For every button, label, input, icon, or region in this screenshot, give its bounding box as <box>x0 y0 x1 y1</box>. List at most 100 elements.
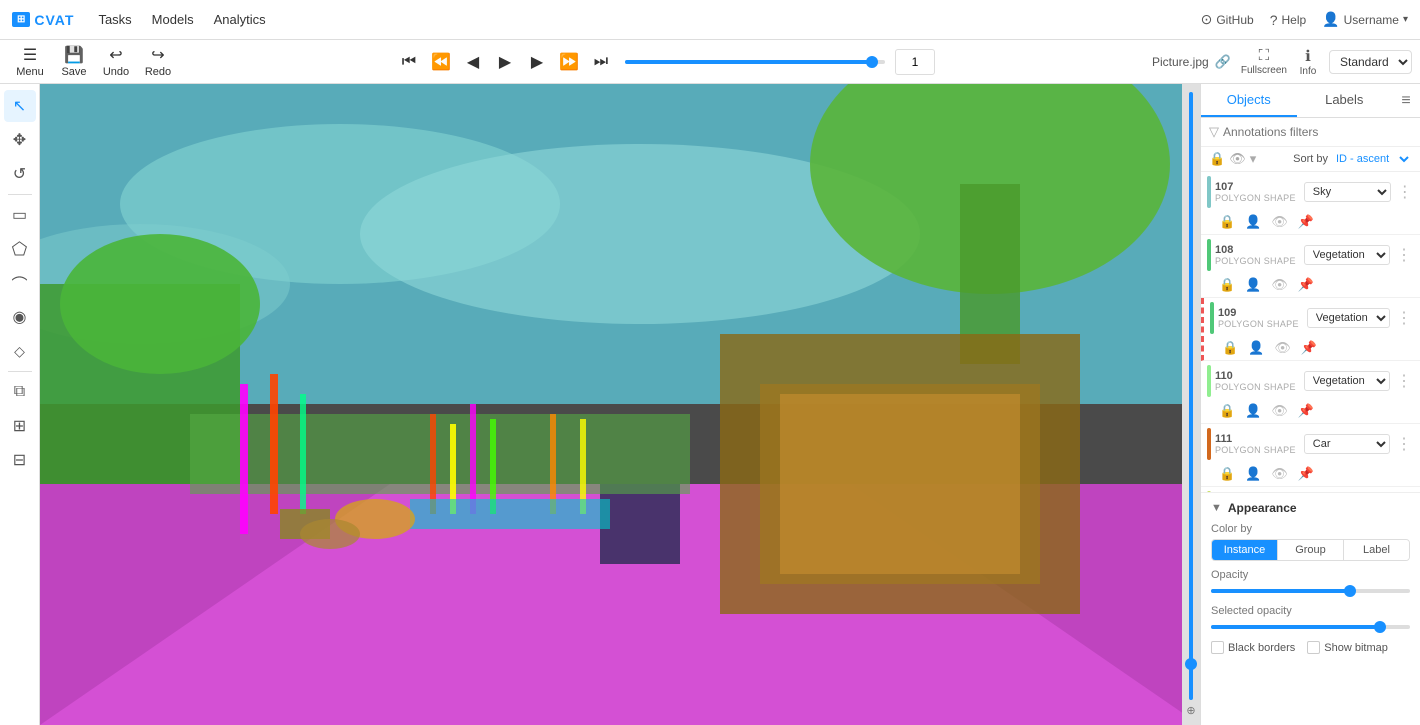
pin-ctrl-108[interactable]: 📌 <box>1298 277 1314 293</box>
next-frame-button[interactable]: ▶ <box>523 48 551 76</box>
link-icon[interactable]: 🔗 <box>1215 54 1231 70</box>
color-bar-111 <box>1207 428 1211 460</box>
person-ctrl-107[interactable]: 👤 <box>1245 214 1261 230</box>
object-menu-btn-107[interactable]: ⋮ <box>1395 180 1415 204</box>
frame-slider-container[interactable] <box>625 52 885 72</box>
play-button[interactable]: ▶ <box>491 48 519 76</box>
color-by-label: Color by <box>1211 523 1410 535</box>
lock-icon[interactable]: 🔒 <box>1209 151 1225 167</box>
object-label-select-107[interactable]: Sky Vegetation Car Fence Traffic_sign <box>1304 182 1391 202</box>
eye-ctrl-109[interactable]: 👁 <box>1274 340 1291 356</box>
user-menu[interactable]: 👤 Username ▾ <box>1322 11 1408 28</box>
first-frame-button[interactable]: ⏮ <box>395 48 423 76</box>
person-ctrl-109[interactable]: 👤 <box>1248 340 1264 356</box>
next-keyframe-button[interactable]: ⏩ <box>555 48 583 76</box>
last-frame-button[interactable]: ⏭ <box>587 48 615 76</box>
color-bar-107 <box>1207 176 1211 208</box>
redo-button[interactable]: ↪ Redo <box>138 43 178 81</box>
pin-ctrl-109[interactable]: 📌 <box>1301 340 1317 356</box>
canvas-area[interactable]: ⊕ <box>40 84 1200 725</box>
labels-tab[interactable]: Labels <box>1297 84 1393 117</box>
selected-opacity-slider-track <box>1211 625 1410 629</box>
object-label-select-111[interactable]: Car <box>1304 434 1390 454</box>
eye-ctrl-108[interactable]: 👁 <box>1271 277 1288 293</box>
redo-label: Redo <box>145 66 171 78</box>
rotate-tool[interactable]: ↺ <box>4 158 36 190</box>
polygon-tool[interactable]: ⬠ <box>4 233 36 265</box>
menu-button[interactable]: ☰ Menu <box>8 43 52 81</box>
lock-ctrl-108[interactable]: 🔒 <box>1219 277 1235 293</box>
nav-models[interactable]: Models <box>144 12 202 27</box>
github-icon: ⊙ <box>1201 11 1213 28</box>
objects-tab[interactable]: Objects <box>1201 84 1297 117</box>
selected-opacity-label: Selected opacity <box>1211 605 1410 617</box>
object-menu-btn-111[interactable]: ⋮ <box>1394 432 1414 456</box>
object-controls-109: 🔒 👤 👁 📌 <box>1204 338 1420 360</box>
pin-ctrl-111[interactable]: 📌 <box>1298 466 1314 482</box>
merge-tool[interactable]: ⧉ <box>4 376 36 408</box>
view-mode-select[interactable]: Standard <box>1329 50 1412 74</box>
split-tool[interactable]: ⊟ <box>4 444 36 476</box>
pin-ctrl-110[interactable]: 📌 <box>1298 403 1314 419</box>
appearance-title[interactable]: ▼ Appearance <box>1211 501 1410 515</box>
logo[interactable]: ⊞ CVAT <box>12 12 74 28</box>
object-label-select-108[interactable]: Sky Vegetation <box>1304 245 1390 265</box>
person-ctrl-110[interactable]: 👤 <box>1245 403 1261 419</box>
pin-ctrl-107[interactable]: 📌 <box>1298 214 1314 230</box>
show-bitmap-checkbox[interactable] <box>1307 641 1320 654</box>
lock-ctrl-111[interactable]: 🔒 <box>1219 466 1235 482</box>
object-item-110: 110 POLYGON SHAPE Vegetation ⋮ 🔒 👤 👁 📌 <box>1201 361 1420 424</box>
eye-ctrl-107[interactable]: 👁 <box>1271 214 1288 230</box>
frame-number-input[interactable]: 1 <box>895 49 935 75</box>
black-borders-checkbox-label[interactable]: Black borders <box>1211 641 1295 654</box>
point-tool[interactable]: ◉ <box>4 301 36 333</box>
zoom-reset-icon[interactable]: ⊕ <box>1186 704 1195 717</box>
lock-ctrl-110[interactable]: 🔒 <box>1219 403 1235 419</box>
fullscreen-label: Fullscreen <box>1241 65 1287 76</box>
move-tool[interactable]: ✥ <box>4 124 36 156</box>
object-type-108: POLYGON SHAPE <box>1215 256 1296 266</box>
sort-select[interactable]: ID - ascent ID - descent <box>1332 152 1412 166</box>
eye-icon[interactable]: 👁 <box>1229 151 1246 167</box>
lock-ctrl-109[interactable]: 🔒 <box>1222 340 1238 356</box>
sidebar-menu-icon[interactable]: ≡ <box>1392 84 1420 117</box>
show-bitmap-checkbox-label[interactable]: Show bitmap <box>1307 641 1388 654</box>
zoom-slider-area[interactable]: ⊕ <box>1182 84 1200 725</box>
selected-opacity-slider-container[interactable] <box>1211 619 1410 635</box>
cursor-tool[interactable]: ↖ <box>4 90 36 122</box>
nav-analytics[interactable]: Analytics <box>206 12 274 27</box>
save-button[interactable]: 💾 Save <box>54 43 94 81</box>
lock-ctrl-107[interactable]: 🔒 <box>1219 214 1235 230</box>
github-link[interactable]: ⊙ GitHub <box>1201 11 1254 28</box>
rectangle-tool[interactable]: ▭ <box>4 199 36 231</box>
opacity-slider-container[interactable] <box>1211 583 1410 599</box>
eye-ctrl-110[interactable]: 👁 <box>1271 403 1288 419</box>
black-borders-checkbox[interactable] <box>1211 641 1224 654</box>
help-link[interactable]: ? Help <box>1270 12 1306 28</box>
color-by-instance-button[interactable]: Instance <box>1212 540 1277 560</box>
tag-tool[interactable]: ◇ <box>4 335 36 367</box>
black-borders-label: Black borders <box>1228 642 1295 654</box>
prev-frame-button[interactable]: ◀ <box>459 48 487 76</box>
fullscreen-button[interactable]: ⛶ Fullscreen <box>1241 47 1287 76</box>
object-item-header: 107 POLYGON SHAPE Sky Vegetation Car Fen… <box>1201 172 1420 212</box>
person-ctrl-108[interactable]: 👤 <box>1245 277 1261 293</box>
object-menu-btn-108[interactable]: ⋮ <box>1394 243 1414 267</box>
chevron-icon[interactable]: ▾ <box>1250 151 1257 167</box>
object-label-select-109[interactable]: Vegetation <box>1307 308 1390 328</box>
group-tool[interactable]: ⊞ <box>4 410 36 442</box>
person-ctrl-111[interactable]: 👤 <box>1245 466 1261 482</box>
zoom-slider-track[interactable] <box>1189 92 1193 700</box>
eye-ctrl-111[interactable]: 👁 <box>1271 466 1288 482</box>
object-menu-btn-109[interactable]: ⋮ <box>1394 306 1414 330</box>
info-button[interactable]: ℹ Info <box>1293 47 1323 77</box>
object-menu-btn-110[interactable]: ⋮ <box>1394 369 1414 393</box>
annotations-filter-input[interactable] <box>1223 125 1412 139</box>
color-by-label-button[interactable]: Label <box>1343 540 1409 560</box>
prev-keyframe-button[interactable]: ⏪ <box>427 48 455 76</box>
polyline-tool[interactable]: ⌒ <box>4 267 36 299</box>
color-by-group-button[interactable]: Group <box>1277 540 1343 560</box>
undo-button[interactable]: ↩ Undo <box>96 43 136 81</box>
nav-tasks[interactable]: Tasks <box>90 12 139 27</box>
object-label-select-110[interactable]: Vegetation <box>1304 371 1390 391</box>
